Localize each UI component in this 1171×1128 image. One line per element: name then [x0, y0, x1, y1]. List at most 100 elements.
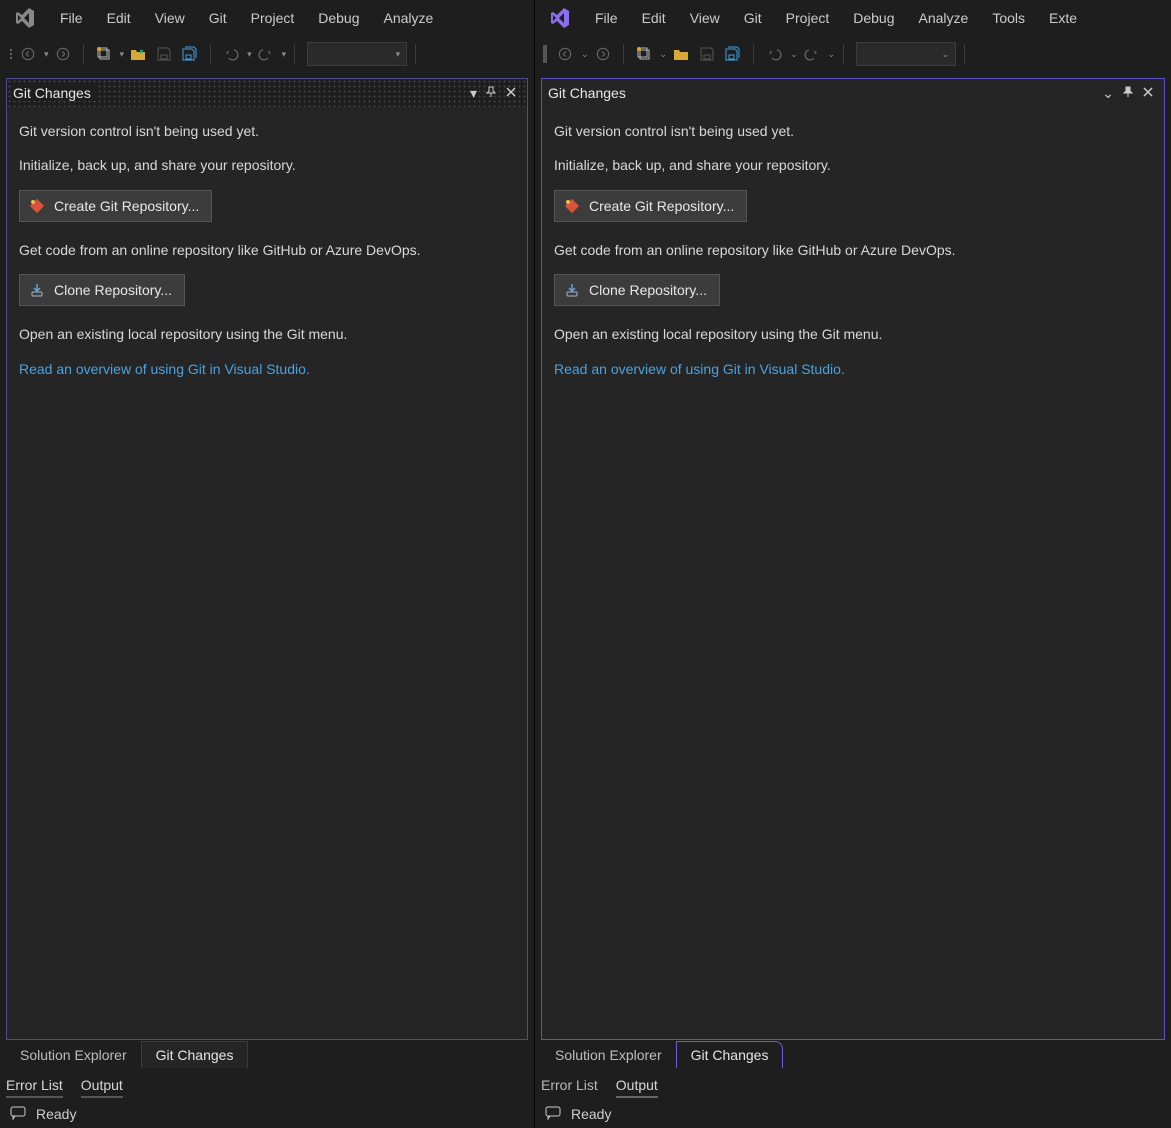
clone-repo-button[interactable]: Clone Repository... [19, 274, 185, 306]
clone-repo-button[interactable]: Clone Repository... [554, 274, 720, 306]
chevron-down-icon[interactable]: ▾ [282, 49, 287, 60]
nav-forward-button[interactable] [591, 42, 615, 66]
tab-git-changes[interactable]: Git Changes [676, 1041, 784, 1068]
menu-view[interactable]: View [143, 4, 197, 32]
menubar: FileEditViewGitProjectDebugAnalyze [0, 0, 534, 36]
menu-git[interactable]: Git [197, 4, 239, 32]
bottom-tabs: Error List Output [0, 1068, 534, 1100]
chevron-down-icon[interactable]: ⌄ [581, 49, 589, 60]
visual-studio-logo-icon [547, 6, 571, 30]
menu-edit[interactable]: Edit [95, 4, 143, 32]
menu-debug[interactable]: Debug [306, 4, 371, 32]
status-bar: Ready [0, 1100, 534, 1128]
config-dropdown[interactable]: ⌄ [856, 42, 956, 66]
panel-title: Git Changes [548, 85, 632, 101]
redo-button[interactable] [800, 42, 824, 66]
tab-error-list[interactable]: Error List [6, 1074, 63, 1098]
nav-back-button[interactable] [16, 42, 40, 66]
panel-content: Git version control isn't being used yet… [7, 107, 527, 1039]
intro-text-4: Open an existing local repository using … [554, 324, 1152, 344]
menu-view[interactable]: View [678, 4, 732, 32]
git-changes-panel: Git Changes ⌄ Git version control isn't … [541, 78, 1165, 1040]
redo-button[interactable] [254, 42, 278, 66]
clone-repo-icon [563, 281, 581, 299]
intro-text-2: Initialize, back up, and share your repo… [554, 155, 1152, 175]
menu-analyze[interactable]: Analyze [907, 4, 981, 32]
menu-debug[interactable]: Debug [841, 4, 906, 32]
feedback-icon[interactable] [545, 1105, 561, 1124]
toolbar-handle-icon[interactable] [543, 45, 547, 63]
intro-text-2: Initialize, back up, and share your repo… [19, 155, 515, 175]
chevron-down-icon[interactable]: ▾ [247, 49, 252, 60]
panel-titlebar[interactable]: Git Changes ▾ [7, 79, 527, 107]
close-icon[interactable] [1138, 83, 1158, 103]
toolbar-grip-icon[interactable] [8, 49, 14, 59]
config-dropdown[interactable]: ▾ [307, 42, 407, 66]
button-label: Create Git Repository... [589, 196, 734, 216]
intro-text-1: Git version control isn't being used yet… [554, 121, 1152, 141]
pin-icon[interactable] [1118, 83, 1138, 103]
tab-output[interactable]: Output [81, 1074, 123, 1098]
chevron-down-icon[interactable]: ⌄ [828, 49, 836, 60]
undo-button[interactable] [762, 42, 786, 66]
panel-titlebar[interactable]: Git Changes ⌄ [542, 79, 1164, 107]
visual-studio-logo-icon [12, 6, 36, 30]
undo-button[interactable] [219, 42, 243, 66]
panel-title: Git Changes [13, 85, 97, 101]
chevron-down-icon[interactable]: ⌄ [1098, 83, 1118, 104]
new-item-button[interactable] [92, 42, 116, 66]
clone-repo-icon [28, 281, 46, 299]
bottom-tabs: Error List Output [535, 1068, 1171, 1100]
menu-items: FileEditViewGitProjectDebugAnalyze [48, 4, 445, 32]
status-bar: Ready [535, 1100, 1171, 1128]
nav-back-button[interactable] [553, 42, 577, 66]
tab-output[interactable]: Output [616, 1074, 658, 1098]
overview-link[interactable]: Read an overview of using Git in Visual … [554, 359, 1152, 379]
panel-tabs: Solution Explorer Git Changes [541, 1040, 1165, 1068]
vs-instance-left: FileEditViewGitProjectDebugAnalyze ▾ ▾ ▾… [0, 0, 535, 1128]
menu-file[interactable]: File [583, 4, 630, 32]
tab-solution-explorer[interactable]: Solution Explorer [541, 1042, 676, 1068]
menu-file[interactable]: File [48, 4, 95, 32]
dock-area: Git Changes ▾ Git version control isn't … [0, 72, 534, 1068]
tab-git-changes[interactable]: Git Changes [141, 1041, 249, 1068]
new-item-button[interactable] [632, 42, 656, 66]
close-icon[interactable] [501, 83, 521, 103]
intro-text-1: Git version control isn't being used yet… [19, 121, 515, 141]
open-folder-button[interactable] [669, 42, 693, 66]
intro-text-3: Get code from an online repository like … [19, 240, 515, 260]
panel-tabs: Solution Explorer Git Changes [6, 1040, 528, 1068]
create-repo-icon [563, 197, 581, 215]
open-folder-button[interactable] [126, 42, 150, 66]
menu-tools[interactable]: Tools [980, 4, 1037, 32]
save-button[interactable] [695, 42, 719, 66]
menu-git[interactable]: Git [732, 4, 774, 32]
menu-project[interactable]: Project [239, 4, 307, 32]
overview-link[interactable]: Read an overview of using Git in Visual … [19, 359, 515, 379]
toolbar: ▾ ▾ ▾ ▾ ▾ [0, 36, 534, 72]
menu-exte[interactable]: Exte [1037, 4, 1089, 32]
git-changes-panel: Git Changes ▾ Git version control isn't … [6, 78, 528, 1040]
create-git-repo-button[interactable]: Create Git Repository... [554, 190, 747, 222]
chevron-down-icon[interactable]: ▾ [44, 49, 49, 60]
button-label: Create Git Repository... [54, 196, 199, 216]
chevron-down-icon[interactable]: ⌄ [660, 49, 668, 60]
chevron-down-icon[interactable]: ⌄ [790, 49, 798, 60]
feedback-icon[interactable] [10, 1105, 26, 1124]
menu-items: FileEditViewGitProjectDebugAnalyzeToolsE… [583, 4, 1089, 32]
save-all-button[interactable] [721, 42, 745, 66]
tab-solution-explorer[interactable]: Solution Explorer [6, 1042, 141, 1068]
vs-instance-right: FileEditViewGitProjectDebugAnalyzeToolsE… [535, 0, 1171, 1128]
chevron-down-icon[interactable]: ▾ [120, 49, 125, 60]
create-git-repo-button[interactable]: Create Git Repository... [19, 190, 212, 222]
dropdown-arrow-icon[interactable]: ▾ [466, 83, 481, 104]
menu-analyze[interactable]: Analyze [372, 4, 446, 32]
toolbar: ⌄ ⌄ ⌄ ⌄ ⌄ [535, 36, 1171, 72]
save-button[interactable] [152, 42, 176, 66]
menu-project[interactable]: Project [774, 4, 842, 32]
menu-edit[interactable]: Edit [630, 4, 678, 32]
nav-forward-button[interactable] [51, 42, 75, 66]
save-all-button[interactable] [178, 42, 202, 66]
tab-error-list[interactable]: Error List [541, 1074, 598, 1098]
pin-icon[interactable] [481, 83, 501, 103]
